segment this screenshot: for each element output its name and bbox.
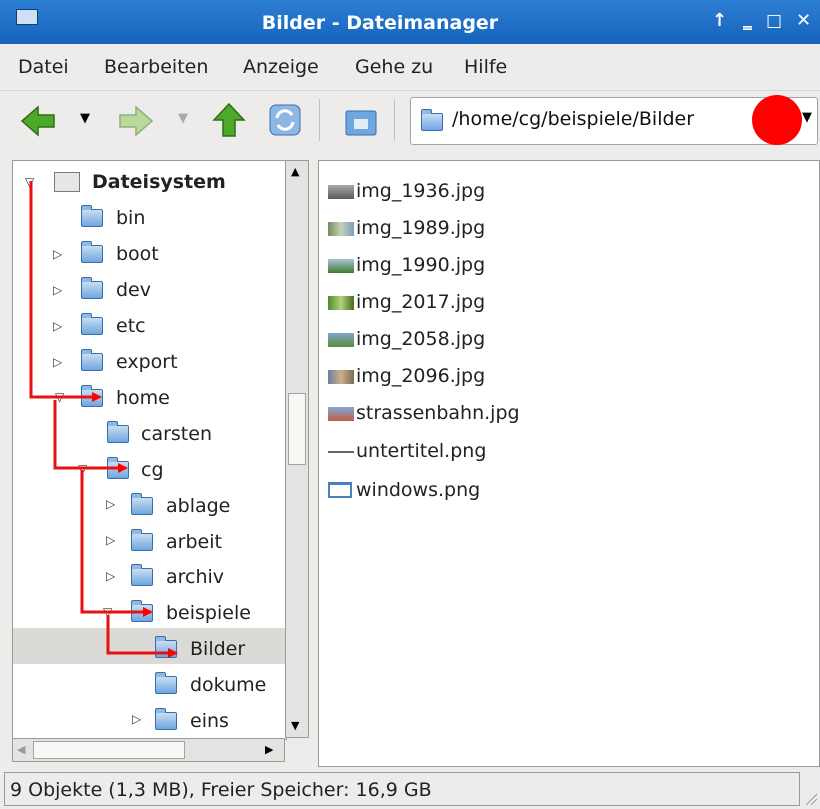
tree-item-bilder[interactable]: Bilder (190, 638, 245, 660)
menu-anzeige[interactable]: Anzeige (243, 56, 319, 78)
image-thumbnail-icon (328, 185, 354, 199)
file-item[interactable]: img_2058.jpg (356, 328, 485, 350)
reload-icon[interactable] (268, 103, 302, 137)
image-thumbnail-icon (328, 482, 352, 498)
folder-icon (155, 672, 177, 694)
image-thumbnail-icon (328, 296, 354, 310)
tree-item-dokume[interactable]: dokume (190, 674, 266, 696)
tree-item-cg[interactable]: cg (141, 459, 164, 481)
location-path[interactable]: /home/cg/beispiele/Bilder (452, 108, 694, 130)
menu-gehe-zu[interactable]: Gehe zu (355, 56, 433, 78)
expand-icon[interactable]: ▷ (106, 569, 115, 583)
folder-icon (81, 313, 103, 335)
tree-item-beispiele[interactable]: beispiele (166, 602, 251, 624)
folder-icon (155, 636, 177, 658)
tree-item-export[interactable]: export (116, 351, 178, 373)
forward-arrow-icon[interactable] (118, 104, 154, 138)
folder-icon (131, 564, 153, 586)
file-item[interactable]: img_1936.jpg (356, 180, 485, 202)
status-text: 9 Objekte (1,3 MB), Freier Speicher: 16,… (10, 779, 432, 801)
file-list[interactable] (318, 160, 820, 767)
file-item[interactable]: img_1989.jpg (356, 217, 485, 239)
maximize-icon[interactable]: ☐ (766, 12, 782, 33)
up-arrow-icon[interactable] (212, 102, 246, 138)
image-thumbnail-icon (328, 451, 354, 453)
folder-icon (81, 349, 103, 371)
scroll-right-icon[interactable]: ▶ (265, 743, 273, 756)
tree-item-bin[interactable]: bin (116, 207, 145, 229)
image-thumbnail-icon (328, 333, 354, 347)
folder-icon (81, 241, 103, 263)
tree-item-carsten[interactable]: carsten (141, 423, 212, 445)
image-thumbnail-icon (328, 259, 354, 273)
scroll-up-icon[interactable]: ▲ (291, 165, 299, 178)
collapse-icon[interactable]: ▽ (103, 605, 112, 619)
image-thumbnail-icon (328, 407, 354, 421)
menu-bearbeiten[interactable]: Bearbeiten (104, 56, 208, 78)
image-thumbnail-icon (328, 222, 354, 236)
expand-icon[interactable]: ▷ (53, 319, 62, 333)
resize-grip-icon[interactable] (804, 790, 818, 806)
tree-item-archiv[interactable]: archiv (166, 566, 224, 588)
expand-icon[interactable]: ▷ (53, 247, 62, 261)
close-icon[interactable]: ✕ (796, 10, 811, 31)
tree-vertical-scrollbar[interactable]: ▲ ▼ (285, 160, 309, 738)
tree-horizontal-scrollbar[interactable]: ◀ ▶ (12, 738, 285, 762)
scroll-thumb[interactable] (288, 393, 306, 465)
tree-item-etc[interactable]: etc (116, 315, 146, 337)
expand-icon[interactable]: ▷ (53, 283, 62, 297)
location-dropdown-icon[interactable]: ▼ (802, 110, 812, 125)
file-item[interactable]: img_1990.jpg (356, 254, 485, 276)
toolbar-separator (394, 99, 395, 141)
collapse-icon[interactable]: ▽ (78, 462, 87, 476)
expand-icon[interactable]: ▷ (132, 712, 141, 726)
menu-datei[interactable]: Datei (18, 56, 69, 78)
scroll-left-icon[interactable]: ◀ (17, 743, 25, 756)
folder-icon (131, 493, 153, 515)
back-arrow-icon[interactable] (20, 104, 56, 138)
image-thumbnail-icon (328, 370, 354, 384)
window-up-icon[interactable]: ↑ (712, 10, 727, 31)
back-dropdown-icon[interactable]: ▼ (80, 111, 90, 126)
menu-bar: Datei Bearbeiten Anzeige Gehe zu Hilfe (0, 44, 820, 91)
folder-icon (131, 529, 153, 551)
folder-icon (131, 600, 153, 622)
window-title: Bilder - Dateimanager (261, 12, 499, 34)
folder-icon (81, 277, 103, 299)
forward-dropdown-icon[interactable]: ▼ (178, 111, 188, 126)
drive-icon (54, 172, 80, 192)
expand-icon[interactable]: ▷ (106, 497, 115, 511)
folder-icon (81, 205, 103, 227)
home-folder-icon[interactable] (344, 105, 378, 137)
tree-item-ablage[interactable]: ablage (166, 495, 230, 517)
collapse-icon[interactable]: ▽ (25, 175, 34, 189)
menu-hilfe[interactable]: Hilfe (464, 56, 507, 78)
folder-icon (155, 708, 177, 730)
folder-icon (421, 109, 443, 131)
home-folder-icon (81, 385, 103, 407)
folder-icon (107, 421, 129, 443)
file-item[interactable]: untertitel.png (356, 440, 486, 462)
minimize-icon[interactable]: ‗ (743, 10, 752, 31)
expand-icon[interactable]: ▷ (53, 355, 62, 369)
tree-item-boot[interactable]: boot (116, 243, 159, 265)
scroll-down-icon[interactable]: ▼ (291, 719, 299, 732)
expand-icon[interactable]: ▷ (106, 533, 115, 547)
scroll-thumb[interactable] (33, 741, 185, 759)
file-item[interactable]: windows.png (356, 479, 480, 501)
file-item[interactable]: strassenbahn.jpg (356, 402, 520, 424)
highlight-marker (752, 95, 802, 145)
file-item[interactable]: img_2096.jpg (356, 365, 485, 387)
folder-icon (107, 457, 129, 479)
collapse-icon[interactable]: ▽ (55, 390, 64, 404)
toolbar-separator (319, 99, 320, 141)
tree-item-eins[interactable]: eins (190, 710, 229, 732)
file-item[interactable]: img_2017.jpg (356, 291, 485, 313)
tree-item-dateisystem[interactable]: Dateisystem (92, 171, 226, 193)
tree-item-dev[interactable]: dev (116, 279, 151, 301)
tree-item-home[interactable]: home (116, 387, 170, 409)
title-bar: Bilder - Dateimanager ↑ ‗ ☐ ✕ (0, 0, 820, 44)
tree-item-arbeit[interactable]: arbeit (166, 531, 222, 553)
